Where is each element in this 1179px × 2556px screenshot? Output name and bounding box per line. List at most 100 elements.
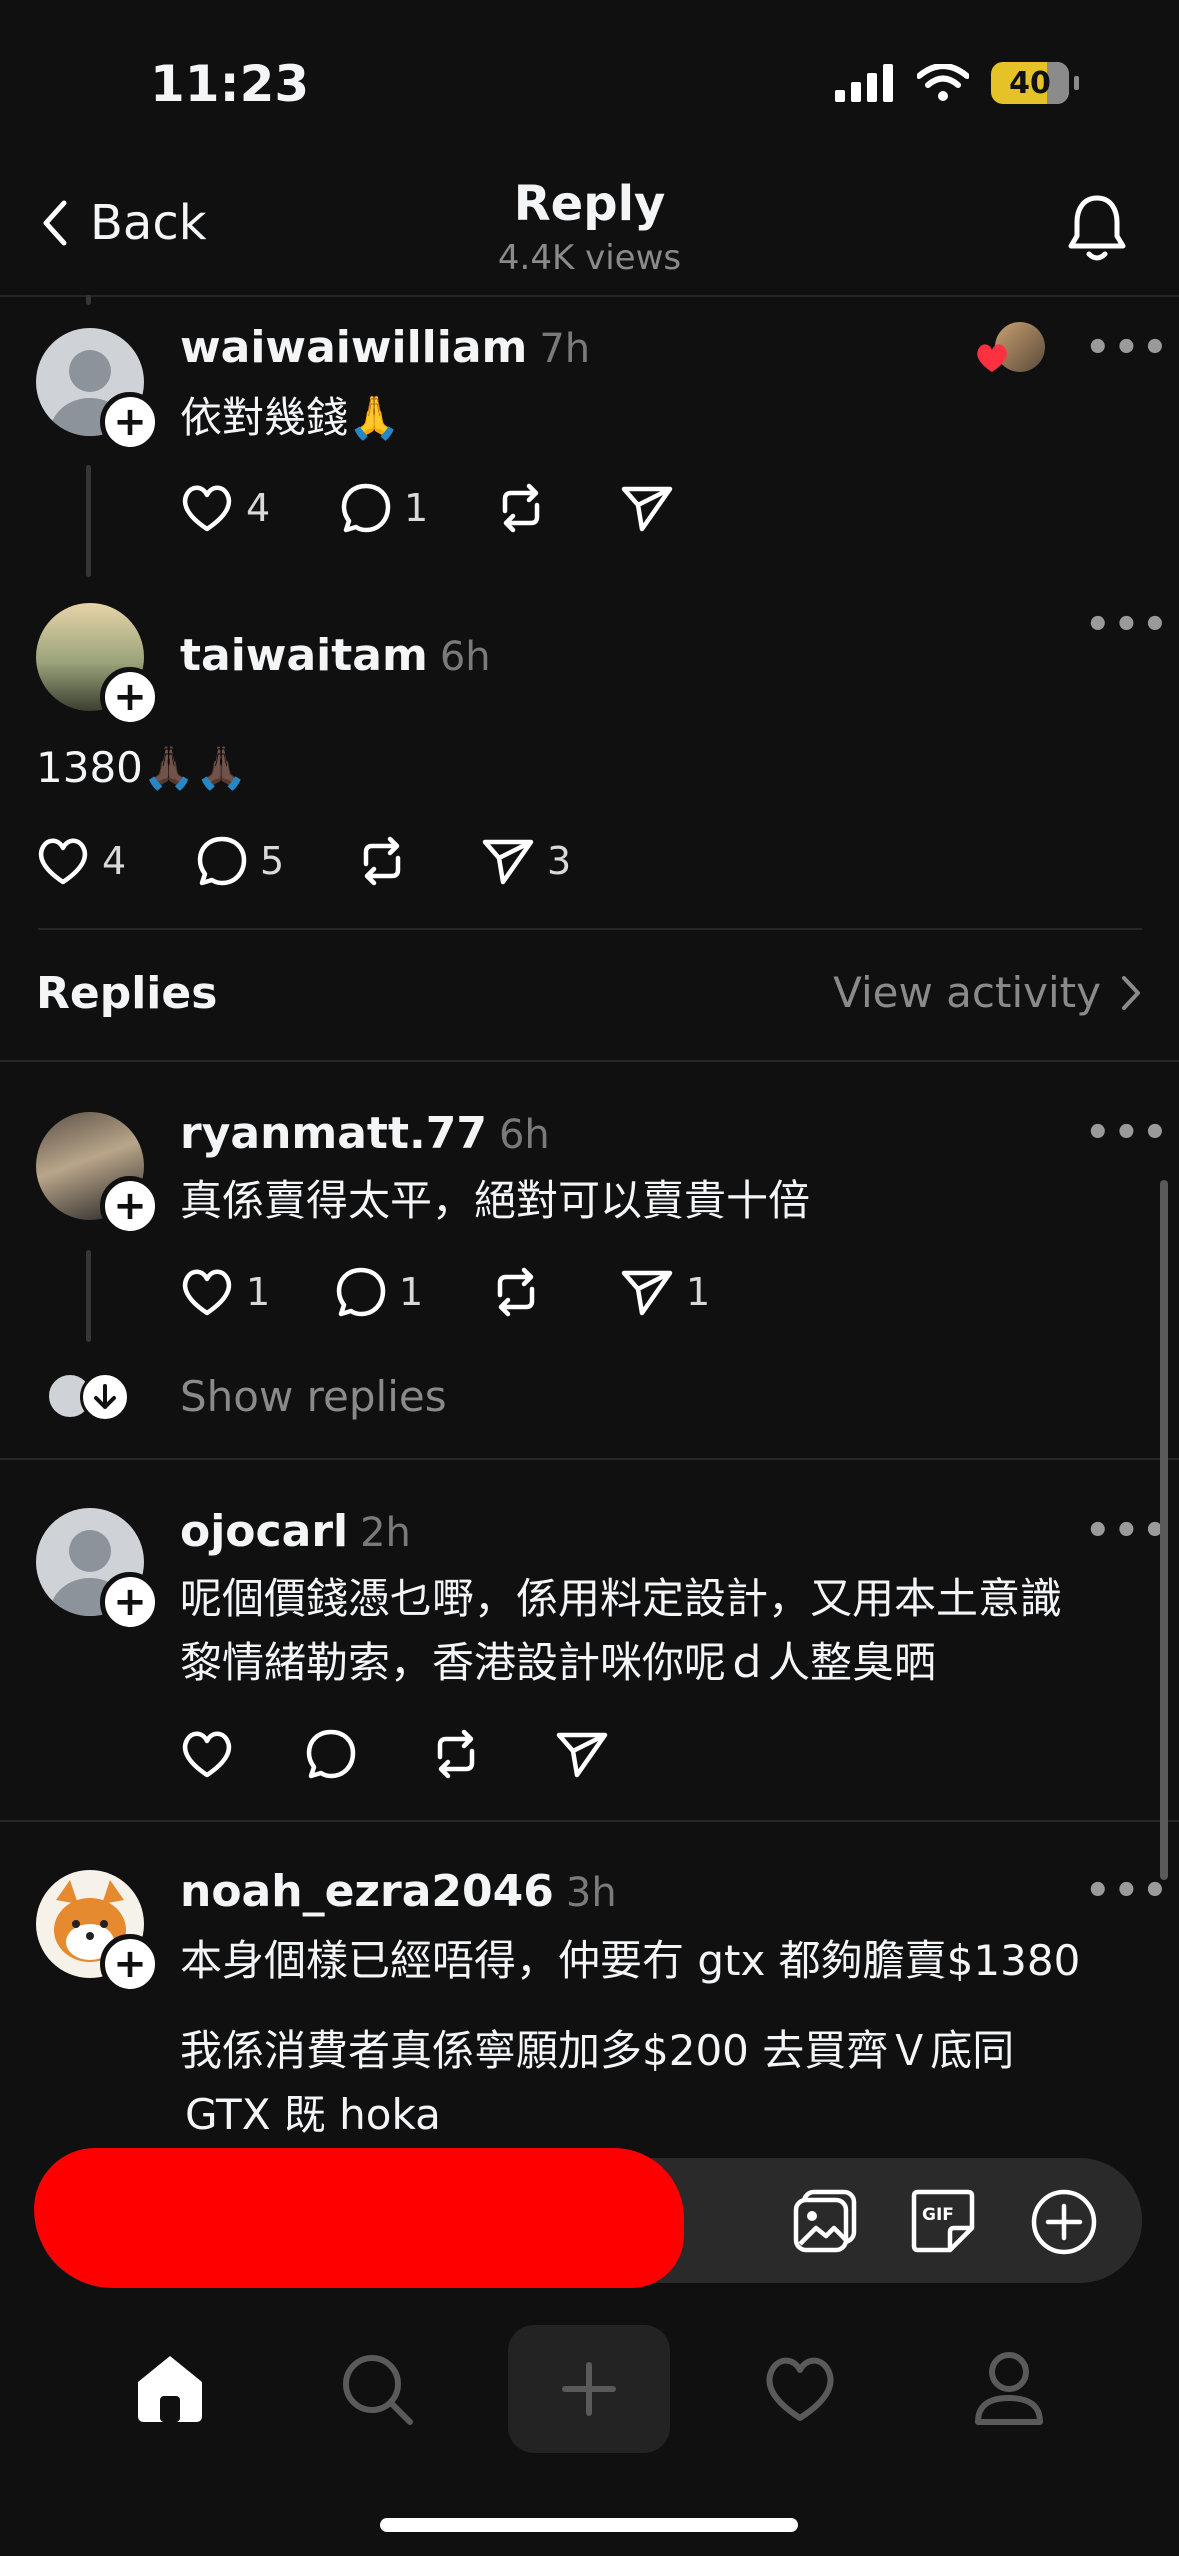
- post-text-line-1: 本身個樣已經唔得，仲要冇 gtx 都夠膽賣$1380: [180, 1936, 1081, 1985]
- post-time: 2h: [360, 1510, 411, 1556]
- more-options-button[interactable]: •••: [1085, 1110, 1171, 1156]
- repost-icon: [497, 1267, 535, 1317]
- follow-plus-button[interactable]: +: [100, 667, 160, 727]
- like-count: 1: [246, 1270, 271, 1314]
- repost-button[interactable]: [430, 1729, 555, 1779]
- share-button[interactable]: 1: [620, 1267, 710, 1317]
- gif-icon: GIF: [911, 2189, 975, 2253]
- redaction-mark: [34, 2148, 684, 2288]
- share-button[interactable]: 3: [481, 836, 571, 886]
- divider: [0, 1060, 1179, 1062]
- like-button[interactable]: [180, 1729, 305, 1779]
- username[interactable]: noah_ezra2046: [180, 1866, 554, 1917]
- follow-plus-button[interactable]: +: [100, 392, 160, 452]
- notification-bell-button[interactable]: [1065, 192, 1129, 268]
- comment-button[interactable]: 5: [196, 835, 356, 887]
- comment-button[interactable]: 1: [335, 1266, 490, 1318]
- divider: [0, 1458, 1179, 1460]
- send-icon: [621, 1270, 673, 1316]
- tab-search[interactable]: [340, 2352, 414, 2430]
- like-count: 4: [102, 839, 127, 883]
- send-icon: [621, 486, 673, 532]
- username[interactable]: ojocarl: [180, 1506, 348, 1557]
- view-activity-label: View activity: [833, 968, 1101, 1017]
- repost-icon: [437, 1729, 475, 1779]
- post-actions: 1 1 1: [180, 1266, 710, 1318]
- show-replies-button[interactable]: Show replies: [180, 1372, 447, 1421]
- like-button[interactable]: 4: [180, 483, 340, 533]
- tab-home[interactable]: [132, 2352, 208, 2428]
- post-text: 依對幾錢🙏: [180, 393, 401, 442]
- view-activity-link[interactable]: View activity: [833, 968, 1141, 1017]
- new-post-icon: [562, 2362, 616, 2416]
- profile-icon: [975, 2352, 1043, 2425]
- arrow-down-icon: [80, 1372, 130, 1422]
- comment-button[interactable]: 1: [340, 482, 495, 534]
- heart-icon: [182, 1269, 232, 1316]
- scrollbar[interactable]: [1160, 1180, 1168, 1880]
- tab-new-post[interactable]: [508, 2325, 670, 2453]
- heart-icon: [182, 485, 232, 532]
- comment-button[interactable]: [305, 1728, 430, 1780]
- heart-icon: [38, 838, 88, 885]
- share-count: 1: [686, 1270, 711, 1314]
- attach-image-button[interactable]: [792, 2188, 858, 2258]
- like-button[interactable]: 4: [36, 836, 196, 886]
- heart-icon: [182, 1731, 232, 1778]
- more-options-button[interactable]: •••: [1085, 602, 1171, 648]
- post-time: 3h: [565, 1870, 617, 1916]
- status-icons: 40: [835, 62, 1079, 104]
- attach-gif-button[interactable]: GIF: [910, 2188, 976, 2258]
- comment-count: 1: [404, 486, 429, 530]
- repost-icon: [363, 836, 401, 886]
- tab-activity[interactable]: [762, 2354, 838, 2428]
- follow-plus-button[interactable]: +: [100, 1176, 160, 1236]
- signal-icon: [835, 64, 893, 102]
- battery-indicator: 40: [991, 62, 1079, 104]
- post-text-line-1: 呢個價錢憑乜嘢，係用料定設計，又用本土意識: [180, 1574, 1063, 1623]
- home-indicator: [380, 2518, 798, 2532]
- comment-icon: [306, 1729, 356, 1779]
- repost-button[interactable]: [495, 483, 620, 533]
- comment-icon: [197, 836, 247, 886]
- image-icon: [793, 2189, 857, 2253]
- more-options-button[interactable]: •••: [1085, 325, 1171, 371]
- post-text: 真係賣得太平，絕對可以賣貴十倍: [180, 1176, 811, 1225]
- home-icon: [138, 2356, 202, 2422]
- replies-heading: Replies: [36, 968, 218, 1019]
- post-actions: [180, 1728, 609, 1780]
- post-text-line-2: 黎情緒勒索，香港設計咪你呢ｄ人整臭晒: [180, 1638, 937, 1687]
- username[interactable]: taiwaitam: [180, 630, 428, 681]
- divider: [0, 1820, 1179, 1822]
- divider: [38, 928, 1142, 930]
- post-text-line-2: 我係消費者真係寧願加多$200 去買齊Ｖ底同: [180, 2026, 1015, 2075]
- username[interactable]: ryanmatt.77: [180, 1108, 487, 1159]
- share-button[interactable]: [620, 483, 674, 533]
- repost-button[interactable]: [490, 1267, 620, 1317]
- more-options-button[interactable]: •••: [1085, 1868, 1171, 1914]
- share-button[interactable]: [555, 1729, 609, 1779]
- follow-plus-button[interactable]: +: [100, 1934, 160, 1994]
- send-icon: [482, 839, 534, 885]
- heart-icon: [766, 2357, 834, 2421]
- tab-profile[interactable]: [972, 2350, 1046, 2432]
- comment-icon: [336, 1267, 386, 1317]
- comment-count: 1: [399, 1270, 424, 1314]
- heart-filled-icon: [977, 344, 1007, 372]
- status-time: 11:23: [150, 55, 310, 113]
- username[interactable]: waiwaiwilliam: [180, 322, 527, 373]
- repost-icon: [502, 483, 540, 533]
- post-actions: 4 1: [180, 482, 674, 534]
- post-time: 6h: [439, 634, 491, 680]
- wifi-icon: [917, 64, 969, 101]
- add-attachment-button[interactable]: [1030, 2188, 1098, 2260]
- follow-plus-button[interactable]: +: [100, 1572, 160, 1632]
- share-count: 3: [547, 839, 572, 883]
- svg-text:GIF: GIF: [922, 2205, 954, 2225]
- like-button[interactable]: 1: [180, 1267, 335, 1317]
- search-icon: [343, 2355, 413, 2425]
- repost-button[interactable]: [356, 836, 481, 886]
- battery-level: 40: [1009, 65, 1051, 101]
- more-options-button[interactable]: •••: [1085, 1508, 1171, 1554]
- send-icon: [556, 1732, 608, 1778]
